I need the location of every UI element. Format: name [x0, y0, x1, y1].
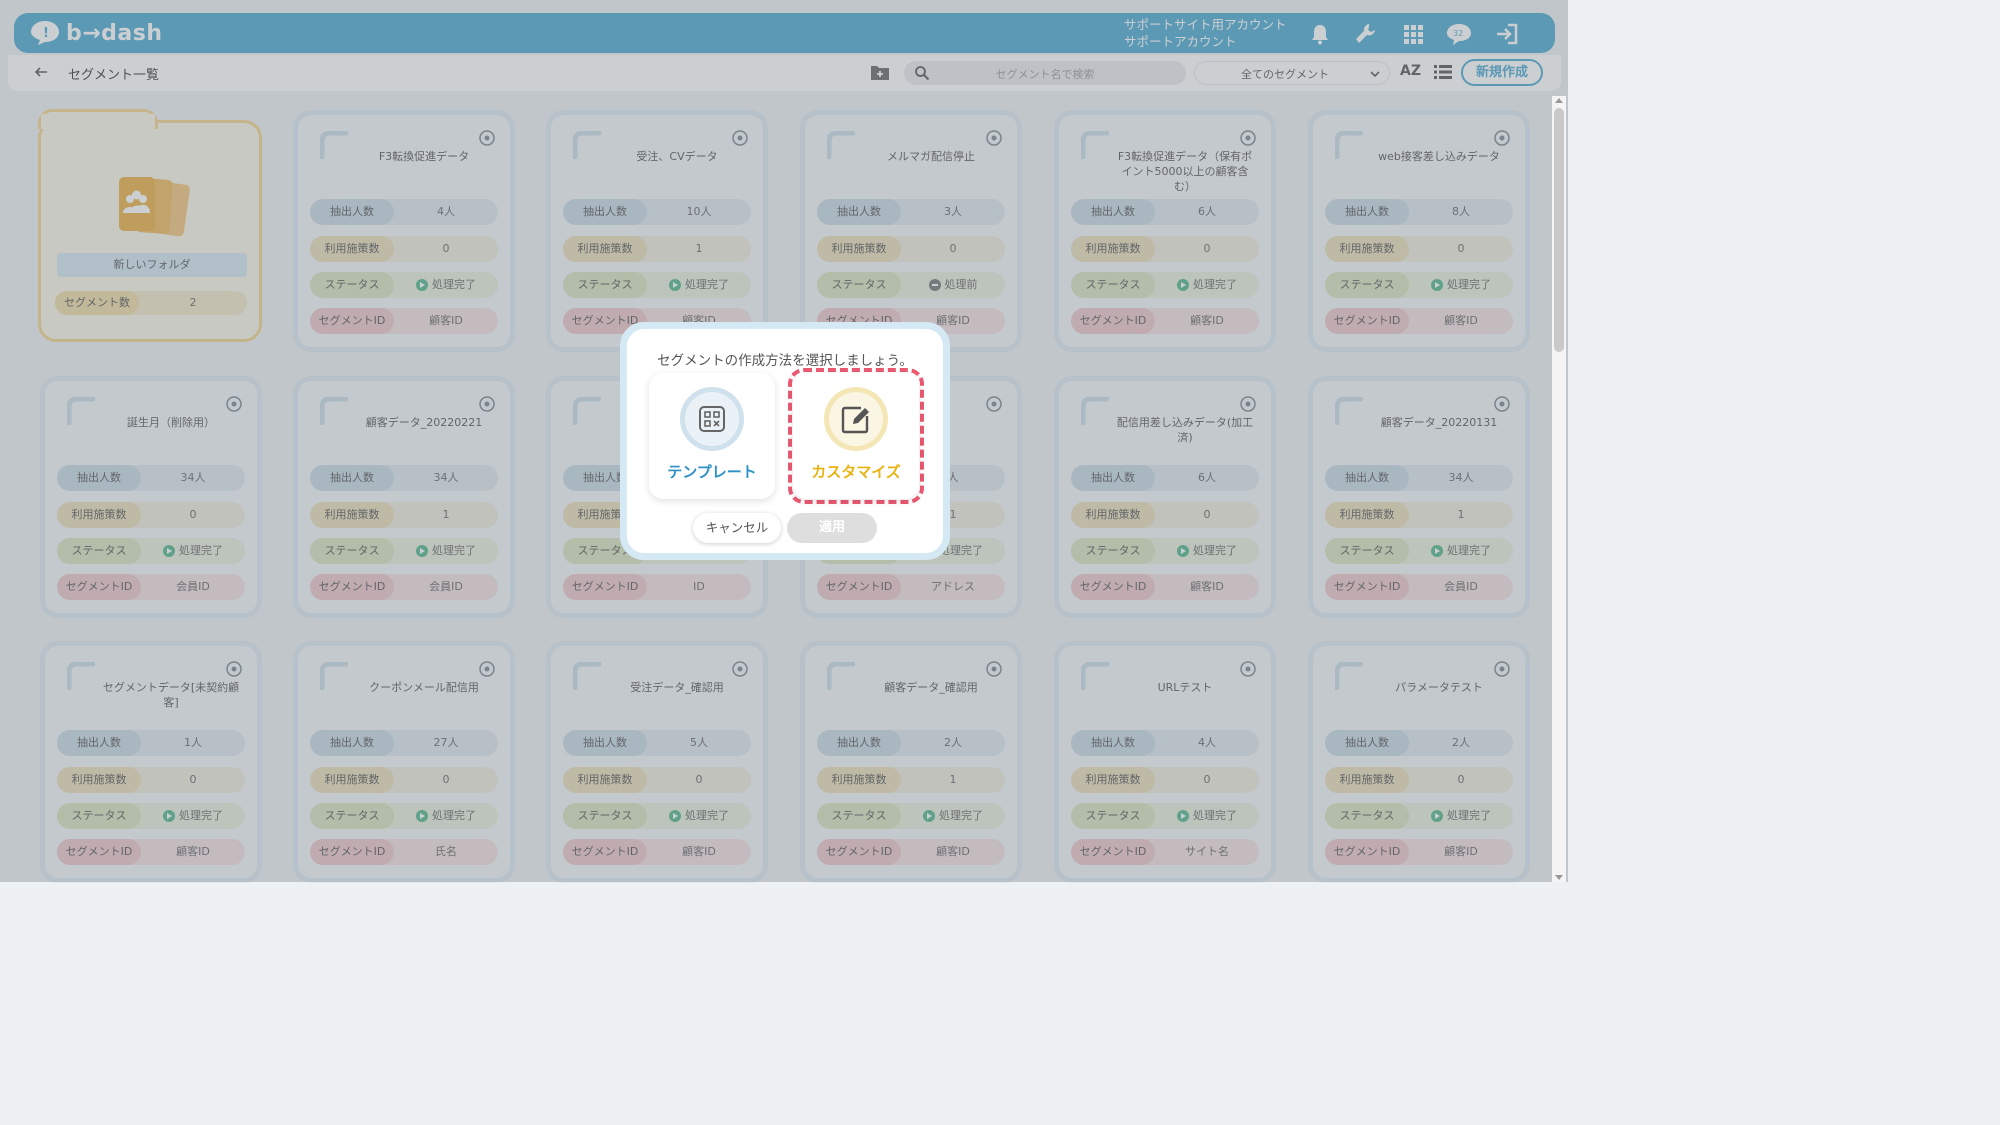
scroll-down-arrow-icon[interactable] — [1555, 875, 1563, 880]
scroll-thumb[interactable] — [1554, 108, 1564, 352]
edit-pencil-icon — [841, 406, 869, 434]
customize-option[interactable]: カスタマイズ — [793, 373, 919, 499]
apply-button[interactable]: 適用 — [787, 513, 877, 543]
template-icon — [699, 406, 725, 432]
template-label: テンプレート — [667, 463, 757, 481]
customize-icon-circle — [824, 387, 888, 451]
dialog-title: セグメントの作成方法を選択しましょう。 — [657, 353, 913, 369]
vertical-scrollbar[interactable] — [1552, 96, 1566, 882]
template-option[interactable]: テンプレート — [649, 373, 775, 499]
cancel-button[interactable]: キャンセル — [693, 513, 781, 543]
scroll-up-arrow-icon[interactable] — [1555, 98, 1563, 103]
customize-label: カスタマイズ — [811, 463, 901, 481]
template-icon-circle — [680, 387, 744, 451]
create-method-dialog: セグメントの作成方法を選択しましょう。 テンプレート カスタマイズ キャンセル … — [620, 322, 950, 560]
